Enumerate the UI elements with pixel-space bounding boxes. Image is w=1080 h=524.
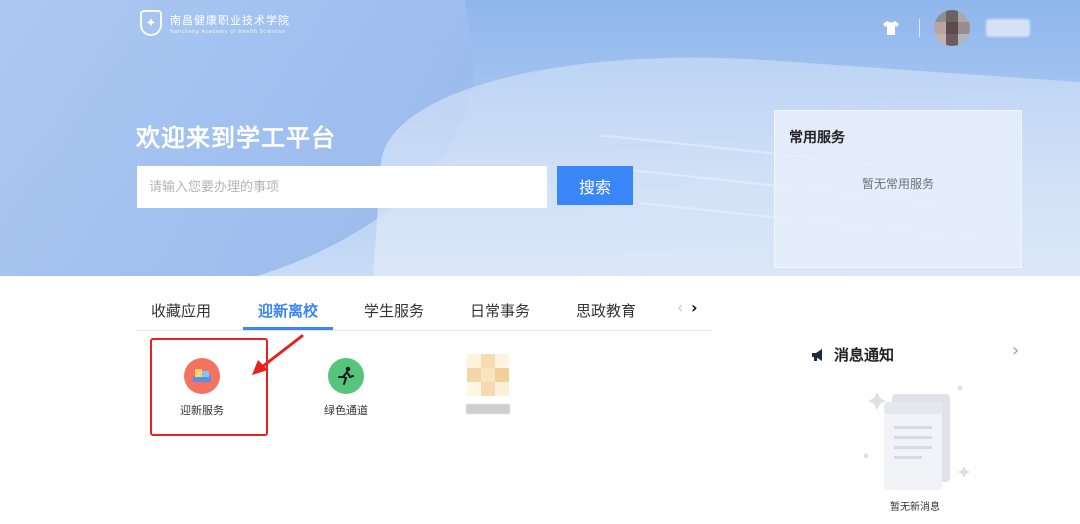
app-tile-green-channel[interactable]: 绿色通道 [296,358,396,418]
tab-ideological-education[interactable]: 思政教育 [576,300,636,321]
megaphone-icon [812,348,822,361]
user-avatar[interactable] [934,10,970,46]
logo-name-cn: 南昌健康职业技术学院 [170,13,290,27]
notices-empty-text: 暂无新消息 [890,502,940,513]
notices-more-arrow-icon[interactable]: › [1012,340,1019,361]
blurred-app-label [466,404,510,414]
topbar-divider [919,19,920,37]
school-emblem-icon: ✦ [140,10,162,36]
green-channel-icon [328,358,364,394]
common-services-empty: 暂无常用服务 [861,177,934,191]
common-services-card: 常用服务 暂无常用服务 [774,110,1022,268]
empty-document-illustration [863,385,970,490]
notices-title: 消息通知 [834,346,895,364]
user-area [881,10,1030,46]
tab-student-services[interactable]: 学生服务 [364,300,424,321]
school-logo[interactable]: ✦ 南昌健康职业技术学院 Nanchang Academy of Health … [140,10,290,36]
common-services-title: 常用服务 [789,130,845,146]
app-label-green-channel: 绿色通道 [324,404,368,417]
skin-theme-icon[interactable] [881,18,901,38]
welcome-title: 欢迎来到学工平台 [136,124,336,152]
blurred-app-icon [467,354,509,396]
search-button[interactable]: 搜索 [557,166,633,205]
app-tile-blurred[interactable] [438,354,538,414]
tab-enrollment-graduation[interactable]: 迎新离校 [258,300,318,321]
tabs-next-arrow-icon[interactable]: › [691,298,698,317]
tab-daily-affairs[interactable]: 日常事务 [470,300,530,321]
tabs-prev-arrow-icon[interactable]: ‹ [677,298,683,317]
search-input[interactable] [137,166,547,208]
hero-banner: ✦ 南昌健康职业技术学院 Nanchang Academy of Health … [0,0,1080,276]
annotation-arrow-icon [252,334,304,375]
notices-header: 消息通知 [810,344,894,365]
category-tabs: 收藏应用 迎新离校 学生服务 日常事务 思政教育 ‹ › [137,290,711,331]
username-blurred[interactable] [986,19,1030,37]
tab-favorites[interactable]: 收藏应用 [151,300,211,321]
logo-name-en: Nanchang Academy of Health Sciences [170,28,286,35]
